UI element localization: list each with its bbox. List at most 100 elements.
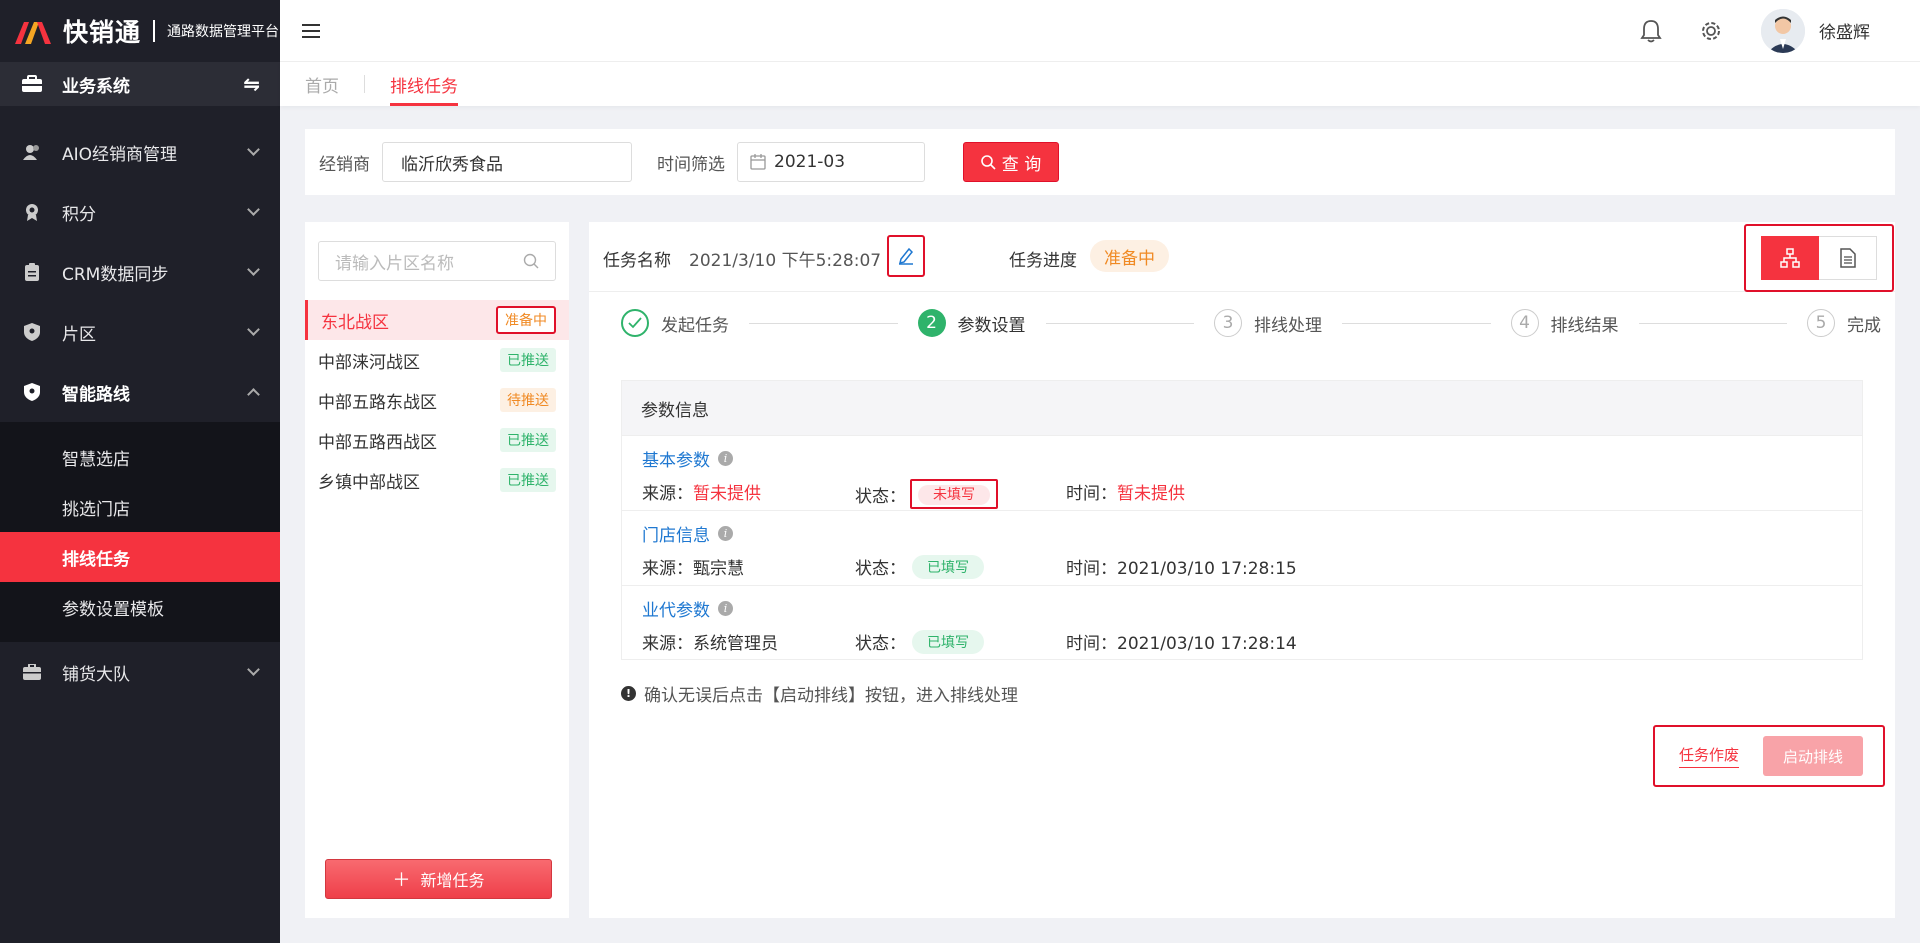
source-value: 系统管理员 <box>693 634 778 654</box>
param-title[interactable]: 业代参数 i <box>642 596 733 621</box>
view-toggle <box>1744 224 1894 292</box>
zone-name: 中部五路东战区 <box>318 392 437 413</box>
zone-search-input[interactable]: 请输入片区名称 <box>318 241 556 281</box>
step-connector <box>1045 322 1194 324</box>
sub-item-param-template[interactable]: 参数设置模板 <box>0 582 280 632</box>
month-picker[interactable]: 2021-03 <box>737 142 925 182</box>
sidebar-item-zone[interactable]: 片区 <box>0 302 280 362</box>
add-task-button[interactable]: ＋ 新增任务 <box>325 859 552 899</box>
time-label: 时间： <box>1066 634 1117 654</box>
status-badge: 已推送 <box>500 348 556 372</box>
chevron-up-icon <box>247 388 260 401</box>
step-number: 3 <box>1214 309 1242 337</box>
sub-item-smart-select[interactable]: 智慧选店 <box>0 432 280 482</box>
chevron-down-icon <box>247 143 260 156</box>
status-badge: 待推送 <box>500 388 556 412</box>
zone-name: 中部五路西战区 <box>318 432 437 453</box>
edit-task-name-button[interactable] <box>887 235 925 277</box>
tree-view-button[interactable] <box>1761 236 1819 280</box>
tip-text: 确认无误后点击【启动排线】按钮，进入排线处理 <box>644 686 1018 706</box>
menu-toggle-icon[interactable] <box>302 20 320 42</box>
info-icon[interactable]: i <box>718 526 733 541</box>
tab-home[interactable]: 首页 <box>305 62 339 106</box>
sidebar-item-crm-sync[interactable]: CRM数据同步 <box>0 242 280 302</box>
param-info-card: 参数信息 基本参数 i 来源：暂未提供 状态： 未填写 时间：暂未提供 门店信息… <box>621 380 1863 660</box>
dealer-select[interactable]: 临沂欣秀食品 <box>382 142 632 182</box>
sidebar-item-label: AIO经销商管理 <box>62 144 178 165</box>
step-connector <box>1342 322 1491 324</box>
logo: 快销通 通路数据管理平台 <box>0 0 280 62</box>
info-icon[interactable]: i <box>718 601 733 616</box>
sidebar-item-label: CRM数据同步 <box>62 264 169 285</box>
user-name[interactable]: 徐盛辉 <box>1819 18 1870 43</box>
time-value: 暂未提供 <box>1117 484 1185 504</box>
shield-icon <box>22 323 42 341</box>
sub-item-pick-store[interactable]: 挑选门店 <box>0 482 280 532</box>
tab-route-task[interactable]: 排线任务 <box>390 62 458 106</box>
sidebar-item-distribution-team[interactable]: 铺货大队 <box>0 642 280 702</box>
step-connector <box>1638 322 1787 324</box>
document-view-button[interactable] <box>1819 236 1877 280</box>
task-progress-label: 任务进度 <box>1009 251 1077 271</box>
state-highlight: 未填写 <box>910 479 998 509</box>
sitemap-icon <box>1780 248 1800 268</box>
status-badge: 准备中 <box>496 306 556 334</box>
source-label: 来源： <box>642 559 693 579</box>
sub-item-route-task[interactable]: 排线任务 <box>0 532 280 582</box>
system-label: 业务系统 <box>62 76 130 97</box>
briefcase-icon <box>22 664 42 680</box>
step-connector <box>749 322 898 324</box>
param-row-agent: 业代参数 i 来源：系统管理员 状态： 已填写 时间：2021/03/10 17… <box>622 585 1862 660</box>
top-bar: 徐盛辉 <box>280 0 1920 62</box>
sidebar-item-dealer[interactable]: AIO经销商管理 <box>0 122 280 182</box>
swap-icon[interactable]: ⇋ <box>243 72 260 96</box>
task-name-value: 2021/3/10 下午5:28:07 <box>689 251 882 271</box>
param-state: 状态： 已填写 <box>855 554 984 579</box>
app-name: 快销通 <box>63 18 142 47</box>
state-label: 状态： <box>855 559 906 579</box>
gear-icon[interactable] <box>1697 17 1725 45</box>
sidebar-item-points[interactable]: 积分 <box>0 182 280 242</box>
param-title[interactable]: 基本参数 i <box>642 446 733 471</box>
shield-check-icon <box>22 383 42 401</box>
sidebar-item-smart-route[interactable]: 智能路线 <box>0 362 280 422</box>
zone-name: 乡镇中部战区 <box>318 472 420 493</box>
sidebar-item-label: 智能路线 <box>62 384 130 405</box>
step-number: 2 <box>917 309 946 337</box>
sidebar: 快销通 通路数据管理平台 业务系统 ⇋ AIO经销商管理 积分 CRM数据同步 … <box>0 0 280 943</box>
void-task-button[interactable]: 任务作废 <box>1679 744 1740 768</box>
task-actions: 任务作废 启动排线 <box>1653 725 1885 787</box>
zone-item[interactable]: 中部五路东战区 待推送 <box>305 380 569 420</box>
chevron-down-icon <box>247 263 260 276</box>
param-state: 状态： 未填写 <box>855 479 998 509</box>
search-icon[interactable] <box>523 253 539 269</box>
query-button[interactable]: 查 询 <box>963 142 1059 182</box>
zone-item[interactable]: 乡镇中部战区 已推送 <box>305 460 569 500</box>
task-panel: 任务名称 2021/3/10 下午5:28:07 任务进度 准备中 发起任务 2… <box>589 222 1895 918</box>
time-label: 时间： <box>1066 559 1117 579</box>
param-time: 时间：2021/03/10 17:28:14 <box>1066 629 1297 654</box>
sidebar-item-label: 铺货大队 <box>62 664 130 685</box>
zone-item[interactable]: 东北战区 准备中 <box>305 300 569 340</box>
avatar[interactable] <box>1761 8 1805 53</box>
param-source: 来源：甄宗慧 <box>642 554 744 579</box>
alert-icon: ! <box>621 686 636 701</box>
zone-item[interactable]: 中部涞河战区 已推送 <box>305 340 569 380</box>
dealer-value: 临沂欣秀食品 <box>401 154 503 175</box>
plus-icon: ＋ <box>392 870 411 891</box>
start-route-button[interactable]: 启动排线 <box>1763 736 1864 776</box>
status-badge: 已推送 <box>500 428 556 452</box>
system-switcher[interactable]: 业务系统 ⇋ <box>0 62 280 106</box>
source-value: 甄宗慧 <box>693 559 744 579</box>
state-label: 状态： <box>855 486 906 507</box>
people-icon <box>22 144 42 160</box>
sidebar-item-label: 片区 <box>62 324 96 345</box>
sidebar-item-label: 积分 <box>62 204 96 225</box>
time-value: 2021/03/10 17:28:14 <box>1117 634 1297 654</box>
clipboard-icon <box>22 263 42 281</box>
info-icon[interactable]: i <box>718 451 733 466</box>
zone-item[interactable]: 中部五路西战区 已推送 <box>305 420 569 460</box>
param-title[interactable]: 门店信息 i <box>642 521 733 546</box>
filter-bar: 经销商 临沂欣秀食品 时间筛选 2021-03 查 询 <box>305 129 1895 195</box>
bell-icon[interactable] <box>1637 17 1665 45</box>
